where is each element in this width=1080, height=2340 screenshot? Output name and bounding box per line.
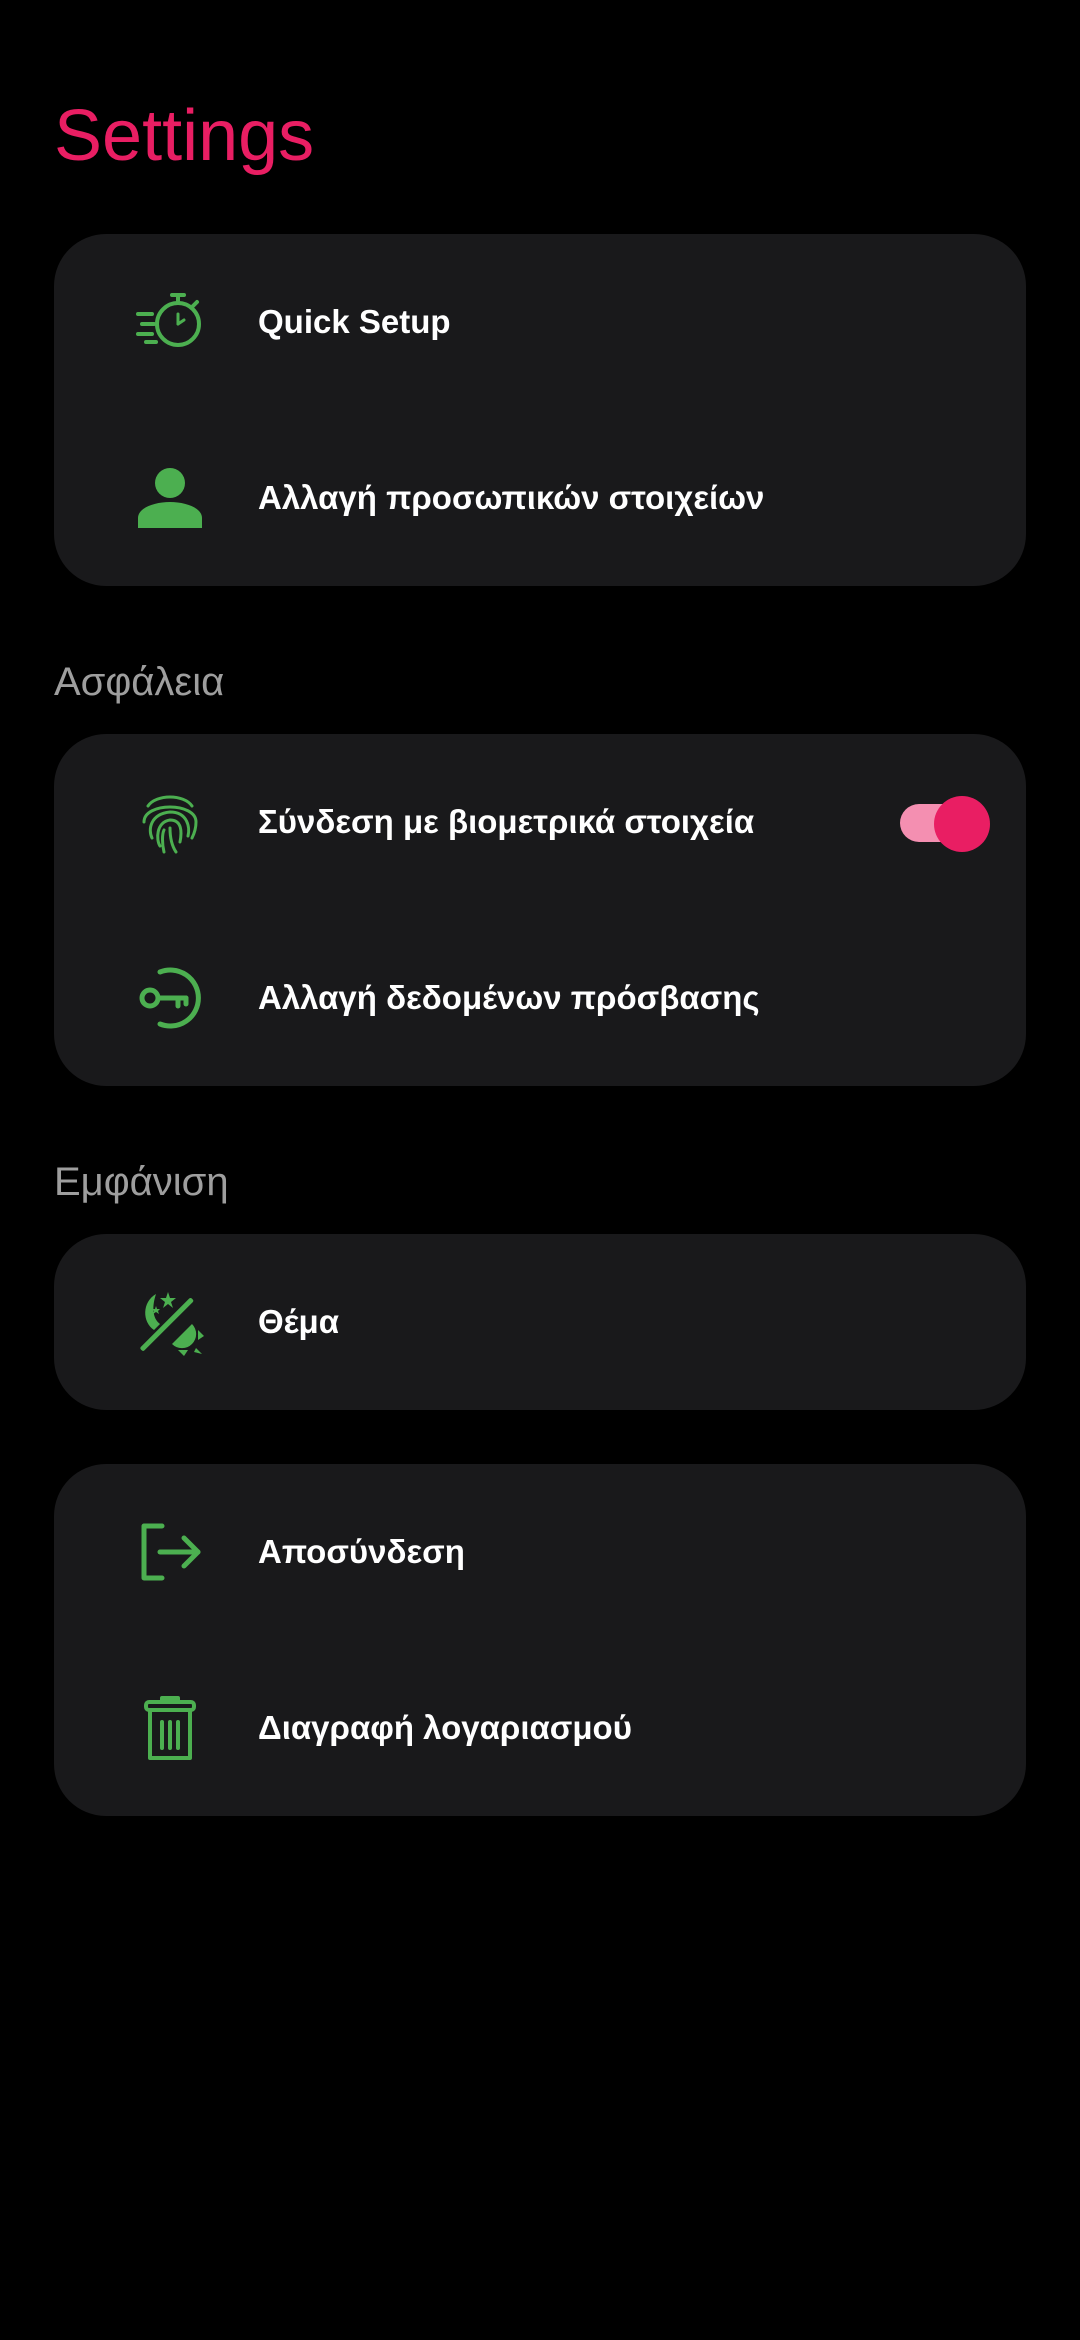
theme-day-night-icon [134, 1286, 206, 1358]
biometric-toggle[interactable] [900, 796, 992, 852]
security-card: Σύνδεση με βιομετρικά στοιχεία Αλλαγή δε… [54, 734, 1026, 1086]
theme-label: Θέμα [258, 1303, 340, 1340]
logout-item[interactable]: Αποσύνδεση [54, 1464, 1026, 1640]
toggle-thumb [934, 796, 990, 852]
section-security-label: Ασφάλεια [54, 660, 225, 704]
biometric-login-item[interactable]: Σύνδεση με βιομετρικά στοιχεία [54, 734, 1026, 910]
page-title: Settings [54, 96, 315, 176]
key-icon [134, 962, 206, 1034]
quick-setup-item[interactable]: Quick Setup [54, 234, 1026, 410]
trash-icon [134, 1692, 206, 1764]
biometric-login-label: Σύνδεση με βιομετρικά στοιχεία [258, 803, 755, 840]
quick-setup-label: Quick Setup [258, 303, 451, 340]
delete-account-item[interactable]: Διαγραφή λογαριασμού [54, 1640, 1026, 1816]
change-access-data-label: Αλλαγή δεδομένων πρόσβασης [258, 979, 760, 1016]
delete-account-label: Διαγραφή λογαριασμού [258, 1709, 632, 1746]
logout-icon [134, 1516, 206, 1588]
appearance-card: Θέμα [54, 1234, 1026, 1410]
logout-label: Αποσύνδεση [258, 1533, 465, 1570]
personal-info-label: Αλλαγή προσωπικών στοιχείων [258, 479, 765, 516]
theme-item[interactable]: Θέμα [54, 1234, 1026, 1410]
section-appearance-label: Εμφάνιση [54, 1160, 229, 1204]
account-actions-card: Αποσύνδεση Διαγραφή λογαριασμού [54, 1464, 1026, 1816]
timer-fast-icon [134, 286, 206, 358]
personal-info-item[interactable]: Αλλαγή προσωπικών στοιχείων [54, 410, 1026, 586]
change-access-data-item[interactable]: Αλλαγή δεδομένων πρόσβασης [54, 910, 1026, 1086]
person-icon [134, 462, 206, 534]
account-card: Quick Setup Αλλαγή προσωπικών στοιχείων [54, 234, 1026, 586]
fingerprint-icon [134, 786, 206, 858]
